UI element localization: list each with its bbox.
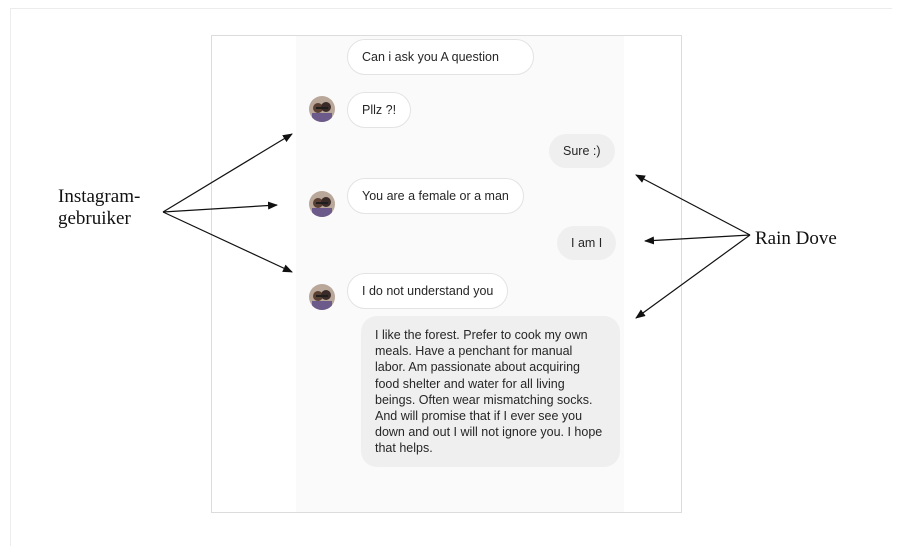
arrow-to-long-reply [635,234,751,319]
arrow-to-do-not-understand [162,211,293,273]
arrow-to-sure [635,174,751,236]
arrow-to-female-or-man [162,201,278,213]
arrow-to-pllz [162,133,293,213]
annotation-arrows [162,133,751,319]
arrow-to-i-am-i [644,234,751,245]
